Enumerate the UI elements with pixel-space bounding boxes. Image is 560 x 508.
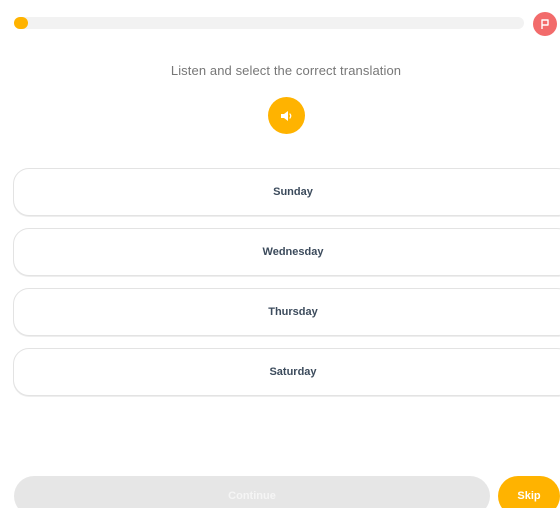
answer-options: Sunday Wednesday Thursday Saturday	[13, 168, 560, 408]
play-audio-button[interactable]	[268, 97, 305, 134]
option-label: Sunday	[273, 186, 313, 198]
option-saturday[interactable]: Saturday	[13, 348, 560, 396]
lesson-screen: Listen and select the correct translatio…	[0, 0, 560, 508]
flag-icon	[541, 19, 549, 29]
speaker-icon	[280, 110, 291, 121]
option-label: Thursday	[268, 306, 318, 318]
continue-label: Continue	[228, 490, 276, 502]
option-sunday[interactable]: Sunday	[13, 168, 560, 216]
continue-button[interactable]: Continue	[14, 476, 490, 508]
option-label: Saturday	[269, 366, 317, 378]
instruction-text: Listen and select the correct translatio…	[170, 63, 402, 78]
option-wednesday[interactable]: Wednesday	[13, 228, 560, 276]
option-thursday[interactable]: Thursday	[13, 288, 560, 336]
skip-label: Skip	[517, 490, 541, 502]
progress-bar	[14, 17, 524, 29]
skip-button[interactable]: Skip	[498, 476, 560, 508]
report-button[interactable]	[533, 12, 557, 36]
option-label: Wednesday	[262, 246, 324, 258]
progress-fill	[14, 17, 28, 29]
